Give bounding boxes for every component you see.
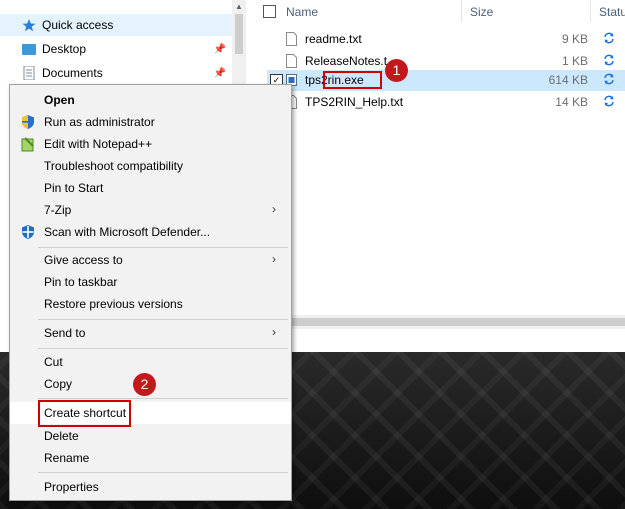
file-row-selected[interactable]: ✓ tps2rin.exe 614 KB <box>267 70 625 91</box>
sync-icon <box>602 53 616 67</box>
menu-label: 7-Zip <box>44 203 72 217</box>
menu-label: Pin to Start <box>44 181 104 195</box>
highlight-box <box>38 400 131 427</box>
menu-label: Scan with Microsoft Defender... <box>44 225 211 239</box>
scroll-up-icon[interactable]: ▲ <box>235 2 243 11</box>
menu-label: Troubleshoot compatibility <box>44 159 183 173</box>
select-all-checkbox[interactable] <box>263 5 276 18</box>
callout-badge-2: 2 <box>133 373 156 396</box>
chevron-right-icon: › <box>272 325 276 339</box>
menu-item-edit-notepadpp[interactable]: Edit with Notepad++ <box>10 133 291 155</box>
menu-item-give-access[interactable]: Give access to › <box>10 249 291 271</box>
menu-item-scan-defender[interactable]: Scan with Microsoft Defender... <box>10 221 291 243</box>
menu-item-cut[interactable]: Cut <box>10 351 291 373</box>
shield-icon <box>20 114 36 130</box>
menu-label: Delete <box>44 429 79 443</box>
file-row[interactable]: ReleaseNotes.t 1 KB <box>267 51 625 72</box>
highlight-box <box>323 71 382 89</box>
file-list-pane: Name Size Statu readme.txt 9 KB ReleaseN… <box>247 0 625 352</box>
menu-item-run-as-admin[interactable]: Run as administrator <box>10 111 291 133</box>
menu-item-rename[interactable]: Rename <box>10 447 291 469</box>
file-row[interactable]: TPS2RIN_Help.txt 14 KB <box>267 92 625 113</box>
menu-item-restore-versions[interactable]: Restore previous versions <box>10 293 291 315</box>
file-row[interactable]: readme.txt 9 KB <box>267 29 625 50</box>
file-name: TPS2RIN_Help.txt <box>305 95 404 109</box>
column-divider[interactable] <box>590 0 591 22</box>
menu-label: Edit with Notepad++ <box>44 137 153 151</box>
nav-item-quick-access[interactable]: Quick access <box>0 14 232 36</box>
menu-label: Restore previous versions <box>44 297 183 311</box>
menu-separator <box>38 398 288 399</box>
scrollbar-thumb[interactable] <box>235 14 243 54</box>
menu-separator <box>38 319 288 320</box>
column-name[interactable]: Name <box>286 0 318 24</box>
context-menu: Open Run as administrator Edit with Note… <box>9 84 292 501</box>
pin-icon[interactable]: 📌 <box>214 68 226 79</box>
menu-label: Run as administrator <box>44 115 155 129</box>
menu-label: Pin to taskbar <box>44 275 118 289</box>
nav-label: Desktop <box>42 42 87 56</box>
menu-separator <box>38 247 288 248</box>
menu-label: Send to <box>44 326 86 340</box>
nav-item-documents[interactable]: Documents 📌 <box>0 62 232 84</box>
column-status[interactable]: Statu <box>599 0 625 24</box>
sync-icon <box>602 72 616 86</box>
menu-label: Properties <box>44 480 99 494</box>
star-icon <box>22 18 36 31</box>
menu-item-troubleshoot[interactable]: Troubleshoot compatibility <box>10 155 291 177</box>
pin-icon[interactable]: 📌 <box>214 44 226 55</box>
text-file-icon <box>286 32 297 46</box>
file-name: readme.txt <box>305 32 362 46</box>
column-divider[interactable] <box>461 0 462 22</box>
menu-item-7zip[interactable]: 7-Zip › <box>10 199 291 221</box>
file-name: ReleaseNotes.t <box>305 54 388 68</box>
menu-label: Give access to <box>44 253 123 267</box>
desktop-folder-icon <box>22 43 36 55</box>
file-size: 614 KB <box>548 73 588 87</box>
menu-item-delete[interactable]: Delete <box>10 425 291 447</box>
menu-label: Copy <box>44 377 73 391</box>
menu-separator <box>38 472 288 473</box>
menu-item-pin-taskbar[interactable]: Pin to taskbar <box>10 271 291 293</box>
menu-label: Open <box>44 93 75 107</box>
menu-item-open[interactable]: Open <box>10 89 291 111</box>
menu-label: Rename <box>44 451 90 465</box>
documents-icon <box>22 66 36 80</box>
sync-icon <box>602 31 616 45</box>
file-size: 14 KB <box>555 95 588 109</box>
nav-label: Documents <box>42 66 103 80</box>
nav-item-desktop[interactable]: Desktop 📌 <box>0 38 232 60</box>
chevron-right-icon: › <box>272 202 276 216</box>
text-file-icon <box>286 54 297 68</box>
column-size[interactable]: Size <box>470 0 493 24</box>
menu-item-send-to[interactable]: Send to › <box>10 322 291 344</box>
defender-icon <box>20 224 36 240</box>
scrollbar-thumb[interactable] <box>247 318 625 326</box>
menu-separator <box>38 348 288 349</box>
menu-item-properties[interactable]: Properties <box>10 476 291 498</box>
horizontal-scrollbar[interactable] <box>247 315 625 329</box>
column-header: Name Size Statu <box>247 0 625 24</box>
callout-badge-1: 1 <box>385 59 408 82</box>
file-size: 1 KB <box>561 54 588 68</box>
nav-label: Quick access <box>42 18 114 32</box>
sync-icon <box>602 94 616 108</box>
menu-label: Cut <box>44 355 63 369</box>
chevron-right-icon: › <box>272 252 276 266</box>
menu-item-pin-to-start[interactable]: Pin to Start <box>10 177 291 199</box>
file-size: 9 KB <box>561 32 588 46</box>
notepadpp-icon <box>20 136 36 152</box>
